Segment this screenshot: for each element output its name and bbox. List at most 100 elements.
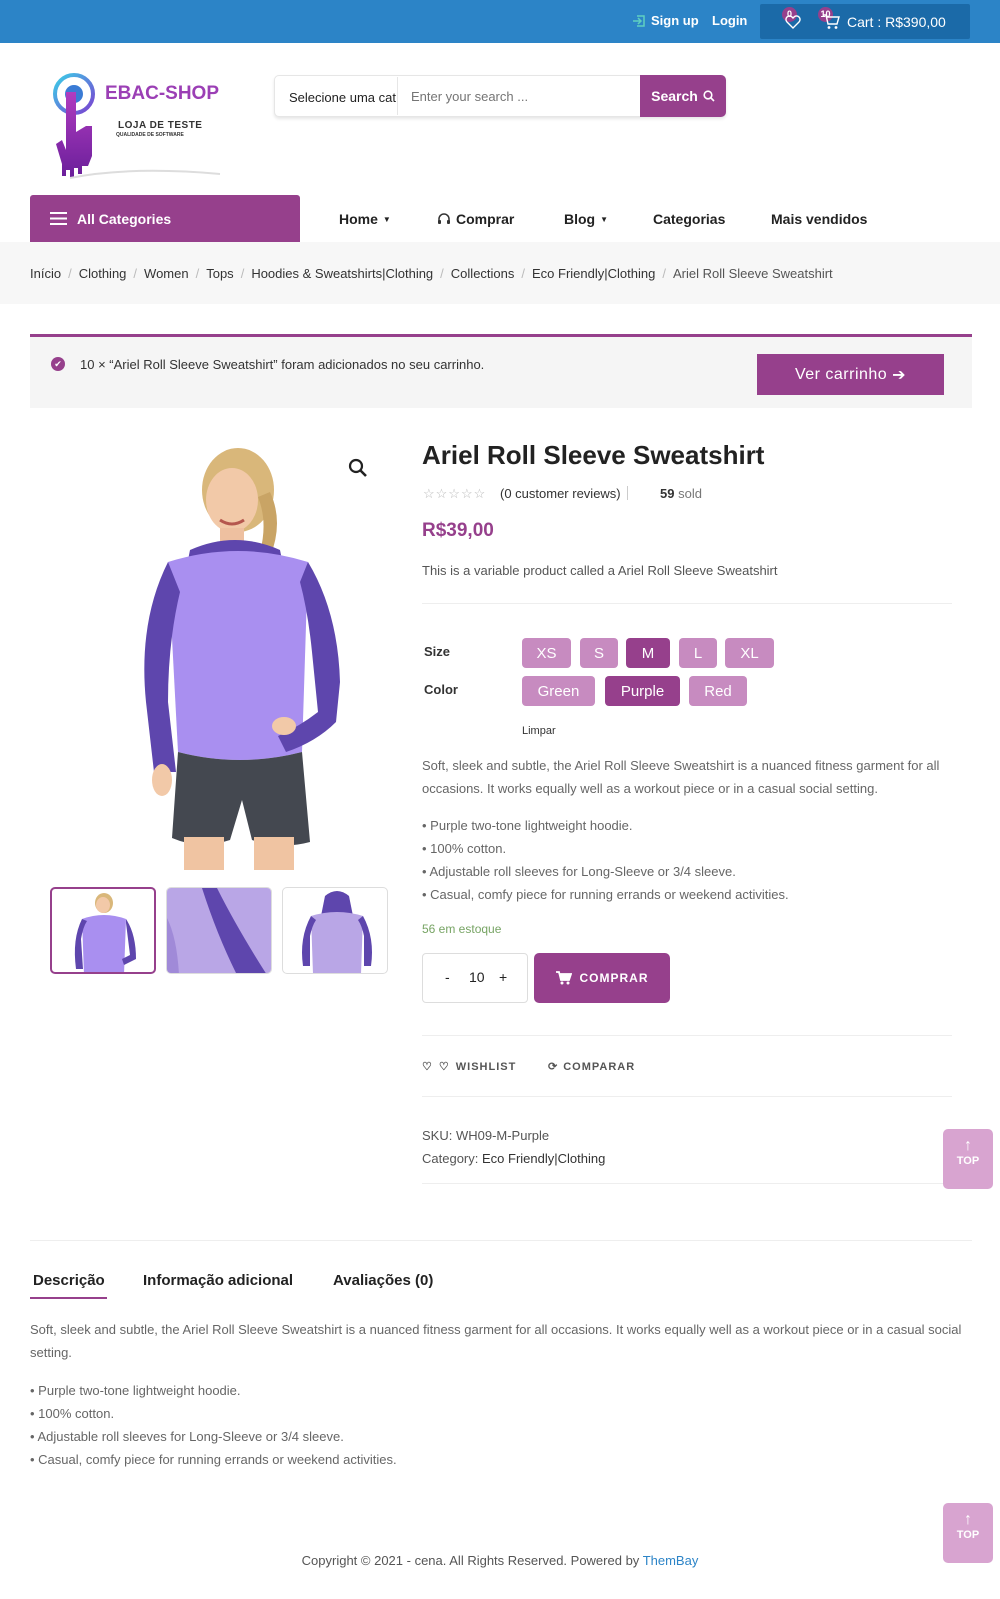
all-categories-button[interactable]: All Categories [30, 195, 300, 242]
breadcrumb-link[interactable]: Tops [206, 266, 233, 281]
nav-comprar[interactable]: Comprar [437, 211, 514, 227]
breadcrumb-link[interactable]: Hoodies & Sweatshirts|Clothing [251, 266, 433, 281]
quantity-plus-button[interactable]: + [499, 969, 507, 985]
signup-link[interactable]: Sign up [632, 13, 699, 28]
reviews-link[interactable]: (0 customer reviews) [500, 486, 621, 501]
size-option-xl[interactable]: XL [725, 638, 774, 668]
tab-avaliacoes[interactable]: Avaliações (0) [333, 1272, 433, 1289]
breadcrumb-link[interactable]: Eco Friendly|Clothing [532, 266, 655, 281]
thumbnail-image [74, 893, 136, 972]
search-input[interactable] [411, 85, 631, 107]
nav-blog-label: Blog [564, 211, 596, 227]
tab-feature-list: • Purple two-tone lightweight hoodie. • … [30, 1379, 970, 1471]
breadcrumb: Início / Clothing / Women / Tops / Hoodies &… [30, 266, 833, 281]
divider [422, 603, 952, 604]
cart-box[interactable]: 0 10 Cart : R$390,00 [760, 4, 970, 39]
signup-label: Sign up [651, 13, 699, 28]
nav-categorias[interactable]: Categorias [653, 211, 725, 227]
site-logo[interactable]: EBAC-SHOP LOJA DE TESTE QUALIDADE DE SOF… [40, 70, 225, 180]
category-link[interactable]: Eco Friendly|Clothing [482, 1151, 605, 1166]
size-option-l[interactable]: L [679, 638, 717, 668]
quantity-stepper: - 10 + [422, 953, 528, 1003]
nav-comprar-label: Comprar [456, 211, 515, 227]
feature-item: • Purple two-tone lightweight hoodie. [422, 818, 633, 833]
search-button-label: Search [651, 88, 698, 104]
feature-item: • Adjustable roll sleeves for Long-Sleev… [30, 1429, 344, 1444]
stock-status: 56 em estoque [422, 922, 502, 936]
back-to-top-label: TOP [956, 1529, 980, 1541]
nav-home[interactable]: Home ▼ [339, 211, 391, 227]
tab-informacao-adicional[interactable]: Informação adicional [143, 1272, 293, 1289]
compare-button[interactable]: ⟳ COMPARAR [548, 1060, 635, 1074]
breadcrumb-current: Ariel Roll Sleeve Sweatshirt [672, 266, 833, 281]
sold-label: sold [678, 486, 702, 501]
sold-count: 59 sold [660, 486, 702, 501]
add-to-cart-button[interactable]: COMPRAR [534, 953, 670, 1003]
all-categories-label: All Categories [77, 210, 172, 227]
short-description: This is a variable product called a Arie… [422, 563, 778, 578]
nav-mais-vendidos-label: Mais vendidos [771, 211, 868, 227]
product-description: Soft, sleek and subtle, the Ariel Roll S… [422, 758, 940, 796]
size-label: Size [424, 644, 451, 659]
login-link[interactable]: Login [712, 13, 747, 28]
divider [30, 1240, 972, 1241]
product-thumbnail[interactable] [282, 887, 388, 974]
size-option-s[interactable]: S [580, 638, 618, 668]
top-bar: Sign up Login 0 10 Cart : R$390,00 [0, 0, 1000, 43]
heart-icon: ♡ [438, 1061, 450, 1073]
tab-descricao[interactable]: Descrição [33, 1272, 105, 1289]
divider [627, 486, 628, 500]
breadcrumb-link[interactable]: Início [30, 266, 61, 281]
heart-icon[interactable] [785, 15, 801, 29]
back-to-top-button[interactable]: ↑ TOP [943, 1129, 993, 1189]
wishlist-label: WISHLIST [455, 1060, 517, 1073]
check-circle-icon: ✔ [51, 357, 65, 371]
feature-item: • Purple two-tone lightweight hoodie. [30, 1383, 241, 1398]
breadcrumb-separator: / [195, 266, 200, 281]
view-cart-button[interactable]: Ver carrinho ➔ [757, 354, 944, 395]
zoom-icon[interactable] [348, 458, 368, 478]
tab-description-text: Soft, sleek and subtle, the Ariel Roll S… [30, 1322, 962, 1360]
heart-icon: ♡ [422, 1061, 433, 1073]
cart-notice: ✔ 10 × “Ariel Roll Sleeve Sweatshirt” fo… [30, 334, 972, 408]
divider [422, 1096, 952, 1097]
breadcrumb-separator: / [133, 266, 138, 281]
copyright-text: Copyright © 2021 - cena. All Rights Rese… [301, 1553, 640, 1568]
search-button[interactable]: Search [640, 75, 726, 117]
color-option-green[interactable]: Green [522, 676, 595, 706]
thembay-link[interactable]: ThemBay [643, 1553, 699, 1568]
breadcrumb-link[interactable]: Collections [451, 266, 515, 281]
search-icon [703, 90, 715, 102]
product-title: Ariel Roll Sleeve Sweatshirt [422, 440, 765, 470]
nav-mais-vendidos[interactable]: Mais vendidos [771, 211, 867, 227]
breadcrumb-separator: / [68, 266, 72, 281]
feature-item: • Adjustable roll sleeves for Long-Sleev… [422, 864, 736, 879]
product-thumbnail[interactable] [50, 887, 156, 974]
size-option-xs[interactable]: XS [522, 638, 571, 668]
clear-selection-link[interactable]: Limpar [522, 725, 556, 737]
divider [422, 1183, 952, 1184]
quantity-minus-button[interactable]: - [445, 969, 450, 985]
product-main-image[interactable] [120, 442, 370, 870]
breadcrumb-separator: / [521, 266, 526, 281]
breadcrumb-link[interactable]: Women [144, 266, 189, 281]
cart-icon [823, 14, 840, 29]
product-thumbnail[interactable] [166, 887, 272, 974]
nav-blog[interactable]: Blog ▼ [564, 211, 608, 227]
search-category-select[interactable]: Selecione uma cat [289, 90, 396, 105]
refresh-icon: ⟳ [548, 1061, 559, 1073]
size-option-m[interactable]: M [626, 638, 670, 668]
quantity-input[interactable]: 10 [469, 969, 485, 985]
breadcrumb-link[interactable]: Clothing [79, 266, 127, 281]
sku: SKU: WH09-M-Purple [422, 1128, 550, 1143]
color-option-purple[interactable]: Purple [605, 676, 680, 706]
back-to-top-label: TOP [956, 1155, 980, 1167]
product-price: R$39,00 [422, 520, 494, 541]
color-option-red[interactable]: Red [689, 676, 747, 706]
caret-down-icon: ▼ [600, 214, 609, 224]
breadcrumb-separator: / [440, 266, 444, 281]
feature-item: • 100% cotton. [30, 1406, 115, 1421]
wishlist-button[interactable]: ♡ ♡ WISHLIST [422, 1060, 517, 1074]
arrow-right-icon: ➔ [892, 366, 907, 384]
search-divider [397, 77, 398, 115]
